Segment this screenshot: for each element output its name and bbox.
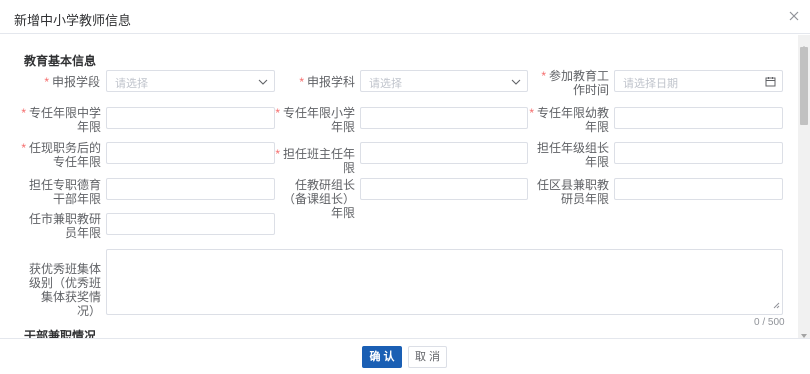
vertical-scrollbar[interactable] [798,35,810,338]
chevron-down-icon [258,76,268,90]
dialog-title: 新增中小学教师信息 [14,13,132,28]
calendar-icon [765,76,776,90]
label-stage: * 申报学段 [44,75,100,89]
label-years-head-teacher: * 担任班主任年限 [275,147,355,175]
label-years-after-current: * 任现职务后的专任年限 [21,141,101,169]
work-start-placeholder: 请选择日期 [623,78,678,90]
dialog-header: 新增中小学教师信息 [0,0,810,34]
resize-grip-icon[interactable] [773,298,780,312]
chevron-down-icon [511,76,521,90]
dialog-body: 教育基本信息 * 申报学段 请选择 * 申报学科 请选择 * 参加教育工作时间 请选择… [0,35,798,338]
years-middle-input[interactable] [106,107,275,129]
subject-select[interactable]: 请选择 [360,70,528,92]
years-research-leader-input[interactable] [360,178,528,200]
subject-placeholder: 请选择 [369,78,402,90]
label-excellent-class: 获优秀班集体级别（优秀班集体获奖情况） [28,262,101,318]
stage-placeholder: 请选择 [115,78,148,90]
section-title-cadre: 干部兼职情况 [24,329,97,338]
label-subject: * 申报学科 [299,75,355,89]
label-years-district-researcher: 任区县兼职教研员年限 [536,178,609,206]
years-primary-input[interactable] [360,107,528,129]
confirm-button[interactable]: 确 认 [362,346,402,368]
label-years-middle: * 专任年限中学年限 [21,106,101,134]
years-grade-leader-input[interactable] [614,142,783,164]
label-years-primary: * 专任年限小学年限 [275,106,355,134]
years-after-current-input[interactable] [106,142,275,164]
label-years-grade-leader: 担任年级组长年限 [536,141,609,169]
years-city-researcher-input[interactable] [106,213,275,235]
excellent-class-textarea[interactable] [106,249,783,315]
close-icon[interactable] [786,8,802,24]
years-moral-cadre-input[interactable] [106,178,275,200]
years-district-researcher-input[interactable] [614,178,783,200]
cancel-button[interactable]: 取 消 [408,346,447,368]
label-years-kinder: * 专任年限幼教年限 [529,106,609,134]
scroll-thumb[interactable] [800,47,808,125]
label-years-research-leader: 任教研组长（备课组长）年限 [282,178,355,220]
stage-select[interactable]: 请选择 [106,70,275,92]
years-kinder-input[interactable] [614,107,783,129]
years-head-teacher-input[interactable] [360,142,528,164]
section-title-basic: 教育基本信息 [24,54,97,68]
label-work-start: * 参加教育工作时间 [541,69,609,97]
label-years-city-researcher: 任市兼职教研员年限 [28,212,101,240]
dialog-footer: 确 认 取 消 [0,338,810,374]
work-start-date-picker[interactable]: 请选择日期 [614,70,783,92]
char-counter: 0 / 500 [754,317,785,328]
label-years-moral-cadre: 担任专职德育干部年限 [28,178,101,206]
